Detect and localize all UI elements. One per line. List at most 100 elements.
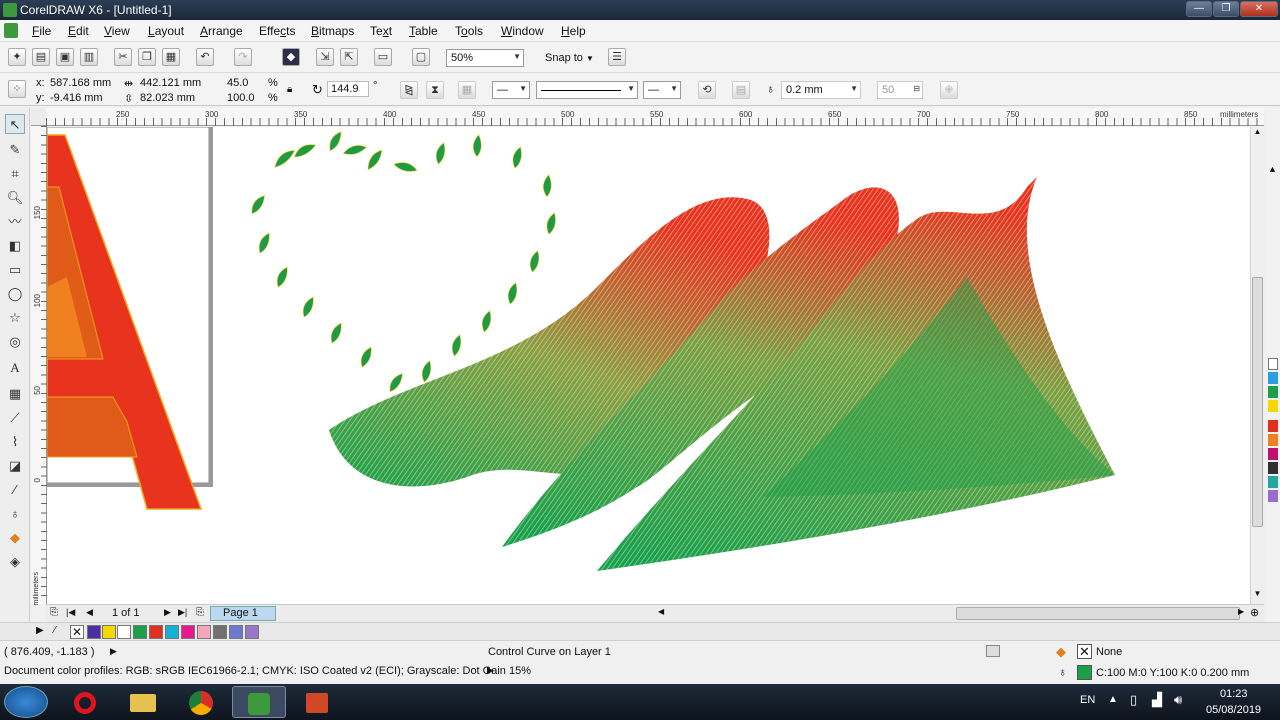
palette-swatch[interactable]: [149, 625, 163, 639]
palette-swatch[interactable]: [213, 625, 227, 639]
palette-swatch[interactable]: [133, 625, 147, 639]
mirror-vertical-icon[interactable]: ⧗: [426, 81, 444, 99]
taskbar-explorer[interactable]: [116, 686, 170, 718]
mirror-horizontal-icon[interactable]: ⧎: [400, 81, 418, 99]
palette-swatch[interactable]: [229, 625, 243, 639]
palette-swatch[interactable]: [197, 625, 211, 639]
vertical-scrollbar[interactable]: ▲ ▼: [1250, 127, 1264, 604]
curve-smoothing-field[interactable]: 50 ⊟: [877, 81, 923, 99]
zoom-level-combo[interactable]: 50% ▼: [446, 49, 524, 67]
dimension-tool-icon[interactable]: ⟋: [5, 408, 25, 428]
last-page-icon[interactable]: ▶|: [178, 607, 187, 618]
clock-time[interactable]: 01:23: [1220, 688, 1248, 700]
connector-tool-icon[interactable]: ⌇: [5, 432, 25, 452]
width-field[interactable]: 442.121 mm: [140, 77, 201, 89]
print-icon[interactable]: ▥: [80, 48, 98, 66]
shape-tool-icon[interactable]: ✎: [5, 140, 25, 160]
horizontal-ruler[interactable]: 250 300 350 400 450 500 550 600 650 700 …: [46, 108, 1264, 126]
y-position-field[interactable]: -9.416 mm: [50, 92, 103, 104]
scroll-up-icon[interactable]: ▲: [1251, 127, 1264, 141]
redo-icon[interactable]: ↷: [234, 48, 252, 66]
battery-icon[interactable]: ▯: [1130, 692, 1137, 708]
vertical-ruler[interactable]: 150 100 50 0 millimeters: [31, 126, 47, 605]
welcome-screen-icon[interactable]: ▢: [412, 48, 430, 66]
convert-to-curves-icon[interactable]: ▦: [458, 81, 476, 99]
palette-swatch[interactable]: [1268, 420, 1278, 432]
minimize-button[interactable]: —: [1186, 1, 1212, 17]
taskbar-powerpoint[interactable]: [290, 686, 344, 718]
interactive-fill-tool-icon[interactable]: ◈: [5, 552, 25, 572]
palette-swatch[interactable]: [1268, 372, 1278, 384]
height-field[interactable]: 82.023 mm: [140, 92, 195, 104]
close-button[interactable]: ✕: [1240, 1, 1278, 17]
palette-swatch[interactable]: [102, 625, 116, 639]
outline-tool-icon[interactable]: ♁: [5, 504, 25, 524]
interactive-tools-icon[interactable]: ◪: [5, 456, 25, 476]
table-tool-icon[interactable]: ▦: [5, 384, 25, 404]
add-page-icon[interactable]: ⎘: [196, 607, 204, 618]
palette-scroll-up-icon[interactable]: ▲: [1268, 164, 1278, 180]
close-curve-icon[interactable]: ▤: [732, 81, 750, 99]
snap-to-dropdown[interactable]: Snap to ▼: [545, 52, 594, 64]
object-origin-icon[interactable]: ⁘: [8, 80, 26, 98]
horizontal-scroll-thumb[interactable]: [956, 607, 1240, 620]
paste-icon[interactable]: ▦: [162, 48, 180, 66]
menu-edit[interactable]: Edit: [68, 24, 89, 38]
text-tool-icon[interactable]: A: [5, 358, 25, 378]
end-arrowhead-combo[interactable]: — ▼: [643, 81, 681, 99]
scroll-right-icon[interactable]: ▶: [1238, 607, 1244, 616]
basic-shapes-tool-icon[interactable]: ◎: [5, 332, 25, 352]
drawing-canvas[interactable]: [47, 127, 1250, 604]
palette-swatch[interactable]: [1268, 462, 1278, 474]
reverse-direction-icon[interactable]: ⟲: [698, 81, 716, 99]
ellipse-tool-icon[interactable]: ◯: [5, 284, 25, 304]
line-style-combo[interactable]: ▼: [536, 81, 638, 99]
ruler-corner[interactable]: [31, 108, 47, 126]
palette-swatch[interactable]: [1268, 434, 1278, 446]
palette-swatch[interactable]: [181, 625, 195, 639]
start-button[interactable]: [4, 686, 48, 718]
crop-tool-icon[interactable]: ⌗: [5, 164, 25, 184]
rotation-angle-field[interactable]: 144.9: [327, 81, 369, 97]
palette-swatch[interactable]: [1268, 448, 1278, 460]
menu-tools[interactable]: Tools: [455, 24, 483, 38]
menu-table[interactable]: Table: [409, 24, 438, 38]
palette-swatch[interactable]: [1268, 400, 1278, 412]
navigator-zoom-icon[interactable]: ⊕: [1250, 606, 1259, 619]
smart-fill-tool-icon[interactable]: ◧: [5, 236, 25, 256]
rectangle-tool-icon[interactable]: ▭: [5, 260, 25, 280]
palette-swatch[interactable]: [1268, 358, 1278, 370]
palette-swatch[interactable]: [117, 625, 131, 639]
scale-width-field[interactable]: 45.0: [227, 77, 248, 89]
scroll-left-icon[interactable]: ◀: [658, 607, 664, 616]
palette-menu-icon[interactable]: ▶: [36, 625, 44, 636]
status-options-icon[interactable]: [986, 645, 1000, 657]
search-content-icon[interactable]: ◆: [282, 48, 300, 66]
menu-arrange[interactable]: Arrange: [200, 24, 243, 38]
volume-icon[interactable]: 🔊︎: [1174, 692, 1182, 708]
menu-view[interactable]: View: [104, 24, 130, 38]
lock-ratio-icon[interactable]: 🔒︎: [287, 84, 292, 95]
language-indicator[interactable]: EN: [1080, 694, 1095, 706]
zoom-tool-icon[interactable]: 🔍︎: [5, 188, 25, 208]
menu-text[interactable]: Text: [370, 24, 392, 38]
taskbar-coreldraw[interactable]: [232, 686, 286, 718]
maximize-button[interactable]: ❐: [1213, 1, 1239, 17]
start-arrowhead-combo[interactable]: — ▼: [492, 81, 530, 99]
menu-window[interactable]: Window: [501, 24, 544, 38]
document-icon[interactable]: [4, 23, 18, 38]
profiles-expand-icon[interactable]: ▶: [487, 665, 494, 676]
no-color-swatch[interactable]: ✕: [70, 625, 84, 639]
palette-eyedropper-icon[interactable]: ⁄: [54, 625, 56, 636]
menu-effects[interactable]: Effects: [259, 24, 295, 38]
outline-color-swatch[interactable]: [1077, 665, 1092, 680]
import-icon[interactable]: ⇲: [316, 48, 334, 66]
palette-swatch[interactable]: [1268, 476, 1278, 488]
options-icon[interactable]: ☰: [608, 48, 626, 66]
previous-page-icon[interactable]: ◀: [86, 607, 93, 618]
taskbar-chrome[interactable]: [174, 686, 228, 718]
open-folder-icon[interactable]: ▤: [32, 48, 50, 66]
menu-bitmaps[interactable]: Bitmaps: [311, 24, 354, 38]
menu-help[interactable]: Help: [561, 24, 586, 38]
undo-icon[interactable]: ↶: [196, 48, 214, 66]
